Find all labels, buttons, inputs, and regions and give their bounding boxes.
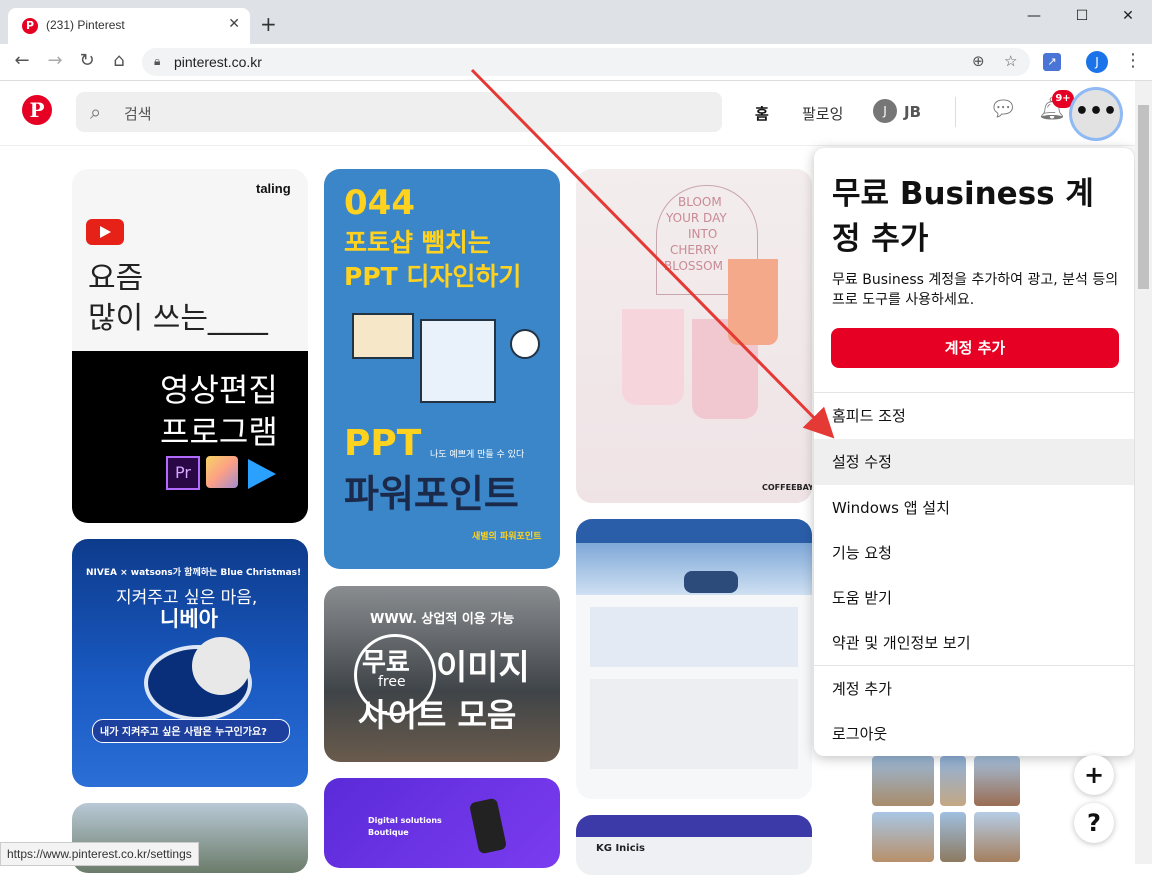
status-bar-url: https://www.pinterest.co.kr/settings xyxy=(0,842,199,866)
annotation-arrow xyxy=(470,68,835,439)
